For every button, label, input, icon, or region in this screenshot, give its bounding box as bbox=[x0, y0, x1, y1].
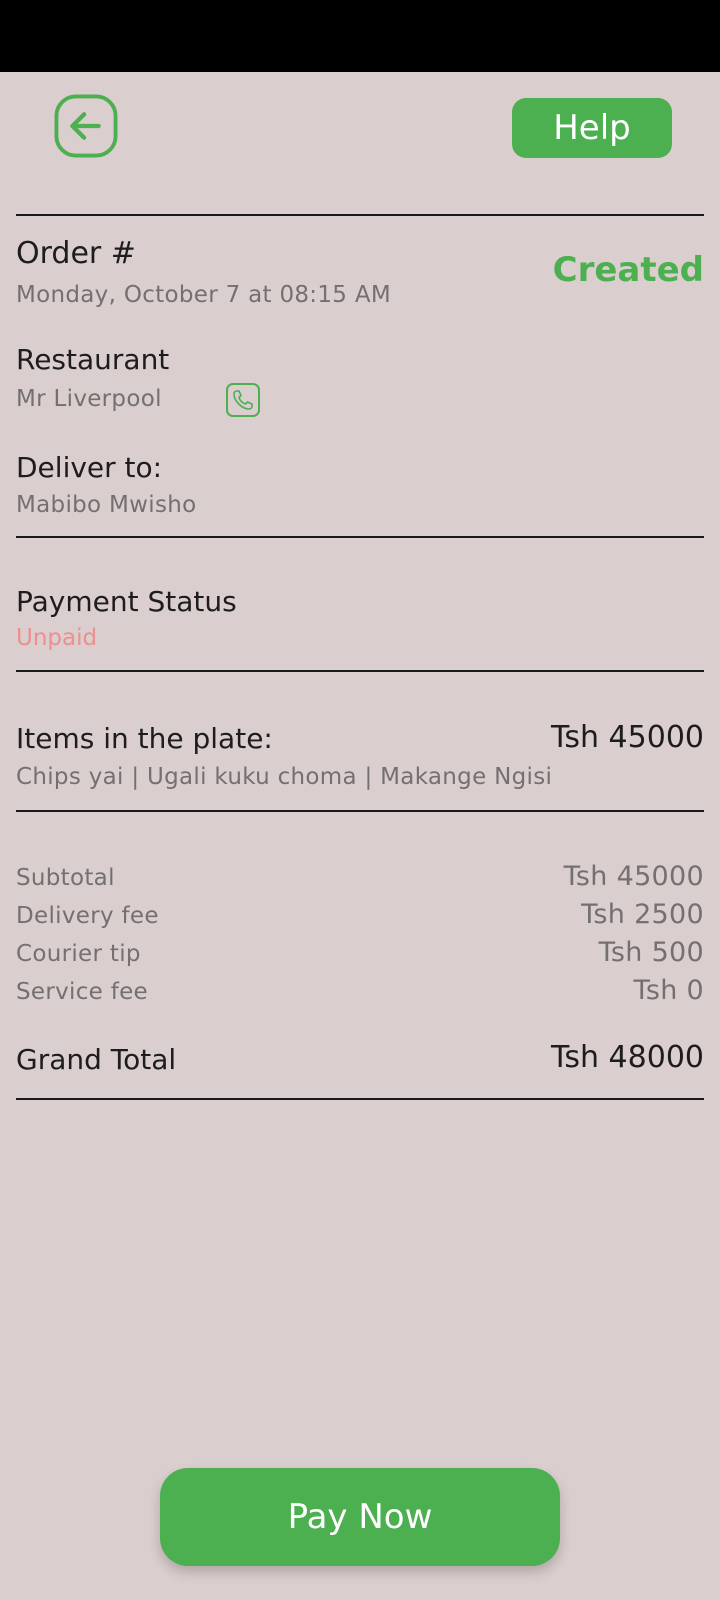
deliver-to-label: Deliver to: bbox=[16, 451, 163, 484]
grand-total-value: Tsh 48000 bbox=[551, 1040, 704, 1075]
order-status: Created bbox=[552, 250, 704, 290]
courier-tip-label: Courier tip bbox=[16, 941, 141, 967]
restaurant-name: Mr Liverpool bbox=[16, 386, 162, 412]
items-label: Items in the plate: bbox=[16, 722, 273, 755]
payment-status-value: Unpaid bbox=[16, 625, 98, 651]
phone-icon bbox=[226, 383, 260, 417]
back-arrow-icon bbox=[54, 94, 118, 158]
back-button[interactable] bbox=[54, 94, 118, 158]
divider bbox=[16, 1098, 704, 1100]
payment-status-label: Payment Status bbox=[16, 585, 237, 618]
call-restaurant-button[interactable] bbox=[226, 383, 260, 417]
order-datetime: Monday, October 7 at 08:15 AM bbox=[16, 282, 392, 308]
restaurant-label: Restaurant bbox=[16, 343, 170, 376]
pay-now-button[interactable]: Pay Now bbox=[160, 1468, 560, 1566]
divider bbox=[16, 810, 704, 812]
divider bbox=[16, 670, 704, 672]
delivery-fee-value: Tsh 2500 bbox=[581, 899, 704, 930]
service-fee-value: Tsh 0 bbox=[633, 975, 704, 1006]
delivery-address: Mabibo Mwisho bbox=[16, 492, 197, 518]
help-button[interactable]: Help bbox=[512, 98, 672, 158]
service-fee-label: Service fee bbox=[16, 979, 149, 1005]
delivery-fee-label: Delivery fee bbox=[16, 903, 159, 929]
items-list: Chips yai | Ugali kuku choma | Makange N… bbox=[16, 764, 553, 790]
subtotal-label: Subtotal bbox=[16, 865, 115, 891]
items-total: Tsh 45000 bbox=[551, 720, 704, 755]
courier-tip-value: Tsh 500 bbox=[598, 937, 704, 968]
subtotal-value: Tsh 45000 bbox=[563, 861, 704, 892]
divider bbox=[16, 536, 704, 538]
status-bar bbox=[0, 0, 720, 72]
grand-total-label: Grand Total bbox=[16, 1043, 177, 1076]
divider bbox=[16, 214, 704, 216]
order-title: Order # bbox=[16, 236, 136, 271]
